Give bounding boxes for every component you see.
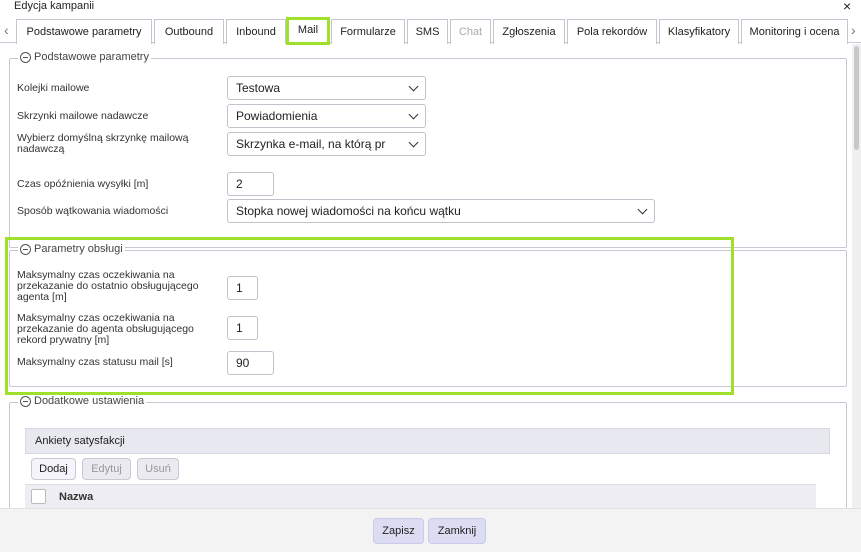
additional-settings-legend: Dodatkowe ustawienia <box>18 395 147 407</box>
select-all-checkbox[interactable] <box>31 489 46 504</box>
threading-select-value: Stopka nowej wiadomości na końcu wątku <box>236 204 461 218</box>
tab-prev-icon[interactable]: ‹ <box>4 22 9 38</box>
column-header-name[interactable]: Nazwa <box>59 485 93 509</box>
basic-params-legend-text: Podstawowe parametry <box>34 51 149 63</box>
sender-select-value: Powiadomienia <box>236 109 318 123</box>
tab-klasyfikatory[interactable]: Klasyfikatory <box>659 19 739 44</box>
chevron-down-icon <box>637 204 648 215</box>
tab-formularze[interactable]: Formularze <box>331 19 405 44</box>
tab-inbound[interactable]: Inbound <box>226 19 286 44</box>
save-button[interactable]: Zapisz <box>373 518 424 544</box>
private-record-timeout-input[interactable]: 1 <box>227 316 258 340</box>
queue-select[interactable]: Testowa <box>227 76 426 100</box>
tab-sms[interactable]: SMS <box>407 19 448 44</box>
handling-params-legend-text: Parametry obsługi <box>34 243 123 255</box>
remove-survey-button: Usuń <box>137 458 179 480</box>
additional-settings-legend-text: Dodatkowe ustawienia <box>34 395 145 407</box>
basic-params-legend: Podstawowe parametry <box>18 51 151 63</box>
chevron-down-icon <box>408 81 419 92</box>
edit-survey-button: Edytuj <box>82 458 131 480</box>
tab-bar: ‹ Podstawowe parametry Outbound Inbound … <box>0 17 861 45</box>
tab-next-icon[interactable]: › <box>851 22 856 38</box>
collapse-icon[interactable] <box>20 51 31 63</box>
threading-select[interactable]: Stopka nowej wiadomości na końcu wątku <box>227 199 655 223</box>
surveys-header: Ankiety satysfakcji <box>25 428 830 454</box>
queue-select-value: Testowa <box>236 81 281 95</box>
tab-podstawowe-parametry[interactable]: Podstawowe parametry <box>16 19 152 44</box>
tab-chat: Chat <box>450 19 491 44</box>
dialog-footer: Zapisz Zamknij <box>0 508 861 552</box>
scrollbar-thumb[interactable] <box>854 46 859 150</box>
mail-status-time-label: Maksymalny czas statusu mail [s] <box>17 356 173 368</box>
delay-input[interactable]: 2 <box>227 172 274 196</box>
surveys-grid-header: Nazwa <box>25 484 816 508</box>
last-agent-timeout-input[interactable]: 1 <box>227 276 258 300</box>
collapse-icon[interactable] <box>20 395 31 407</box>
close-icon[interactable]: × <box>843 0 851 14</box>
sender-select[interactable]: Powiadomienia <box>227 104 426 128</box>
chevron-down-icon <box>408 137 419 148</box>
queue-label: Kolejki mailowe <box>17 82 90 94</box>
private-record-timeout-label: Maksymalny czas oczekiwania na przekazan… <box>17 312 194 346</box>
tab-mail[interactable]: Mail <box>286 17 330 45</box>
mail-status-time-input[interactable]: 90 <box>227 351 274 375</box>
collapse-icon[interactable] <box>20 243 31 255</box>
last-agent-timeout-label: Maksymalny czas oczekiwania na przekazan… <box>17 269 199 303</box>
default-mailbox-value: Skrzynka e-mail, na którą pr <box>236 137 386 151</box>
tab-pola-rekordow[interactable]: Pola rekordów <box>567 19 657 44</box>
tab-outbound[interactable]: Outbound <box>154 19 224 44</box>
sender-label: Skrzynki mailowe nadawcze <box>17 110 149 122</box>
handling-params-legend: Parametry obsługi <box>18 243 125 255</box>
add-survey-button[interactable]: Dodaj <box>31 458 76 480</box>
vertical-scrollbar[interactable] <box>852 44 861 508</box>
tab-monitoring-i-ocena[interactable]: Monitoring i ocena <box>741 19 848 44</box>
close-button[interactable]: Zamknij <box>428 518 486 544</box>
default-mailbox-select[interactable]: Skrzynka e-mail, na którą pr <box>227 132 426 156</box>
window-title: Edycja kampanii <box>14 0 95 12</box>
threading-label: Sposób wątkowania wiadomości <box>17 205 169 217</box>
tab-zgloszenia[interactable]: Zgłoszenia <box>493 19 565 44</box>
window-titlebar: Edycja kampanii × <box>0 0 861 17</box>
delay-label: Czas opóźnienia wysyłki [m] <box>17 178 149 190</box>
default-mailbox-label: Wybierz domyślną skrzynkę mailową nadawc… <box>17 132 189 155</box>
chevron-down-icon <box>408 109 419 120</box>
